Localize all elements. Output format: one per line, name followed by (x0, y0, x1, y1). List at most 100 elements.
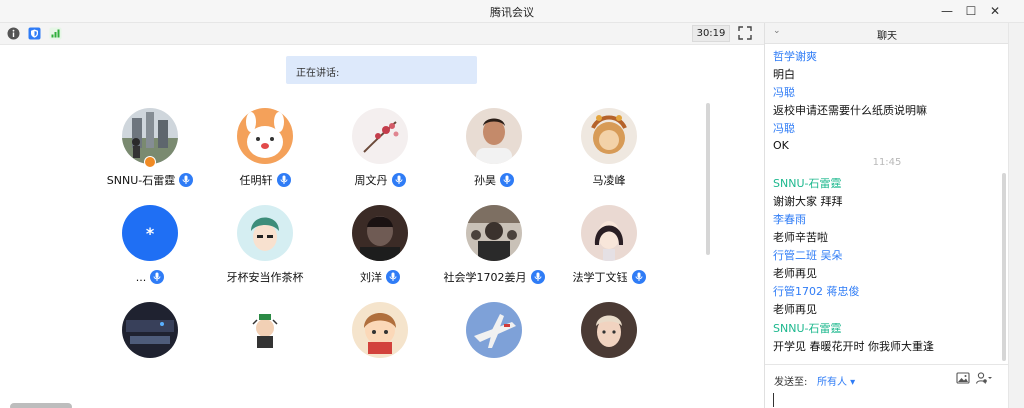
user-settings-icon[interactable] (975, 371, 992, 385)
host-badge-icon (144, 156, 156, 168)
avatar (237, 302, 293, 358)
participant-name-row: 任明轩 (205, 171, 325, 189)
send-to-label: 发送至: (774, 377, 808, 388)
microphone-icon (391, 173, 406, 187)
avatar (352, 108, 408, 164)
chat-header: ⌄ 聊天 (765, 23, 1009, 44)
participant-tile[interactable] (90, 302, 210, 392)
participant-tile[interactable] (320, 302, 440, 392)
participant-tile[interactable] (434, 302, 554, 392)
chat-sender-name: SNNU-石雷霆 (773, 321, 842, 335)
participant-tile[interactable]: 任明轩 (205, 108, 325, 198)
chat-sender-name: 行管二班 吴朵 (773, 249, 843, 263)
participant-tile[interactable]: 法学丁文钰 (549, 205, 669, 295)
window-title: 腾讯会议 (490, 6, 534, 19)
participant-name: 刘洋 (360, 271, 382, 284)
avatar (466, 302, 522, 358)
chat-input[interactable] (773, 393, 774, 407)
chat-timestamp: 11:45 (872, 156, 902, 168)
participant-name: 孙昊 (474, 174, 496, 187)
maximize-button[interactable]: ☐ (960, 2, 982, 20)
microphone-icon (530, 270, 545, 284)
participant-name: 法学丁文钰 (572, 271, 628, 284)
chat-message-list: 哲学谢爽 明白 冯聪 返校申请还需要什么纸质说明嘛 冯聪 OK 11:45 SNNU-石雷霆谢… (765, 44, 1001, 366)
image-icon[interactable] (956, 371, 972, 385)
fullscreen-icon[interactable] (738, 26, 752, 40)
chat-compose: 发送至: 所有人 ▾ (765, 364, 1009, 408)
avatar (581, 302, 637, 358)
chat-sender-name: 冯聪 (773, 122, 795, 136)
participant-name-row: 刘洋 (320, 268, 440, 286)
participant-tile[interactable]: 周文丹 (320, 108, 440, 198)
participant-name-row: 法学丁文钰 (549, 268, 669, 286)
participant-name-row: 社会学1702姜月 (434, 268, 554, 286)
recipient-select[interactable]: 所有人 ▾ (817, 373, 855, 388)
panel-edge (1008, 23, 1024, 408)
microphone-icon (150, 270, 165, 284)
participant-name-row: 马凌峰 (549, 171, 669, 189)
chat-panel: ⌄ 聊天 哲学谢爽 明白 冯聪 返校申请还需要什么纸质说明嘛 冯聪 OK 11:45 SNNU… (764, 23, 1009, 408)
chat-sender-name: 冯聪 (773, 86, 795, 100)
participant-name: 任明轩 (239, 174, 273, 187)
participant-name: 牙杯安当作茶杯 (226, 271, 304, 284)
participant-tile[interactable]: 牙杯安当作茶杯 (205, 205, 325, 295)
chat-message-text: 谢谢大家 拜拜 (773, 194, 843, 208)
avatar (466, 205, 522, 261)
chat-sender-name: 行管1702 蒋忠俊 (773, 285, 860, 299)
microphone-icon (631, 270, 646, 284)
participant-name: 社会学1702姜月 (443, 271, 527, 284)
meeting-timer: 30:19 (692, 25, 730, 42)
close-button[interactable]: ✕ (984, 2, 1006, 20)
participant-tile[interactable]: *... (90, 205, 210, 295)
avatar: * (122, 205, 178, 261)
horizontal-scrollbar[interactable] (10, 403, 72, 408)
speaking-indicator: 正在讲话: (286, 56, 477, 84)
microphone-icon (500, 173, 514, 187)
chat-message-text: 老师再见 (773, 303, 817, 317)
avatar-text: * (145, 223, 155, 243)
chat-message-text: 开学见 春暖花开时 你我师大重逢 (773, 339, 934, 353)
chat-message-text: 返校申请还需要什么纸质说明嘛 (773, 104, 927, 118)
shield-icon[interactable] (28, 27, 41, 40)
avatar (237, 205, 293, 261)
participant-tile[interactable]: 马凌峰 (549, 108, 669, 198)
participant-name-row: 周文丹 (320, 171, 440, 189)
signal-icon[interactable] (49, 27, 62, 40)
participant-name: 周文丹 (354, 174, 388, 187)
microphone-icon (386, 270, 400, 284)
microphone-icon (276, 173, 291, 187)
chat-sender-name: SNNU-石雷霆 (773, 176, 842, 190)
info-icon[interactable] (7, 27, 20, 40)
participant-name-row: 孙昊 (434, 171, 554, 189)
participant-tile[interactable]: 孙昊 (434, 108, 554, 198)
video-scrollbar[interactable] (706, 103, 710, 255)
participant-name-row: ... (90, 268, 210, 286)
chat-title: 聊天 (877, 31, 897, 42)
avatar (237, 108, 293, 164)
video-area: 30:19 正在讲话: SNNU-石雷霆 任明轩 周文丹 孙昊 马凌峰 *... 牙杯安当作… (0, 23, 764, 408)
meeting-toolbar: 30:19 (0, 23, 764, 45)
participant-name-row: SNNU-石雷霆 (90, 171, 210, 189)
avatar (466, 108, 522, 164)
participant-tile[interactable]: 社会学1702姜月 (434, 205, 554, 295)
avatar (352, 302, 408, 358)
participant-name-row: 牙杯安当作茶杯 (205, 268, 325, 286)
participant-name: ... (135, 270, 147, 284)
title-bar: 腾讯会议 — ☐ ✕ (0, 0, 1024, 23)
avatar (122, 302, 178, 358)
chat-message-text: 老师辛苦啦 (773, 231, 828, 244)
chat-scrollbar[interactable] (1002, 173, 1006, 361)
chat-message-text: 老师再见 (773, 267, 817, 281)
participant-name: SNNU-石雷霆 (106, 174, 176, 187)
participant-tile[interactable]: 刘洋 (320, 205, 440, 295)
participant-name: 马凌峰 (592, 174, 626, 187)
avatar (581, 205, 637, 261)
participant-tile[interactable] (205, 302, 325, 392)
chat-message-text: OK (773, 138, 789, 152)
participant-tile[interactable] (549, 302, 669, 392)
avatar (352, 205, 408, 261)
chat-sender-name: 李春雨 (773, 212, 806, 226)
minimize-button[interactable]: — (936, 2, 958, 20)
participant-tile[interactable]: SNNU-石雷霆 (90, 108, 210, 198)
chat-sender-name: 哲学谢爽 (773, 50, 817, 63)
